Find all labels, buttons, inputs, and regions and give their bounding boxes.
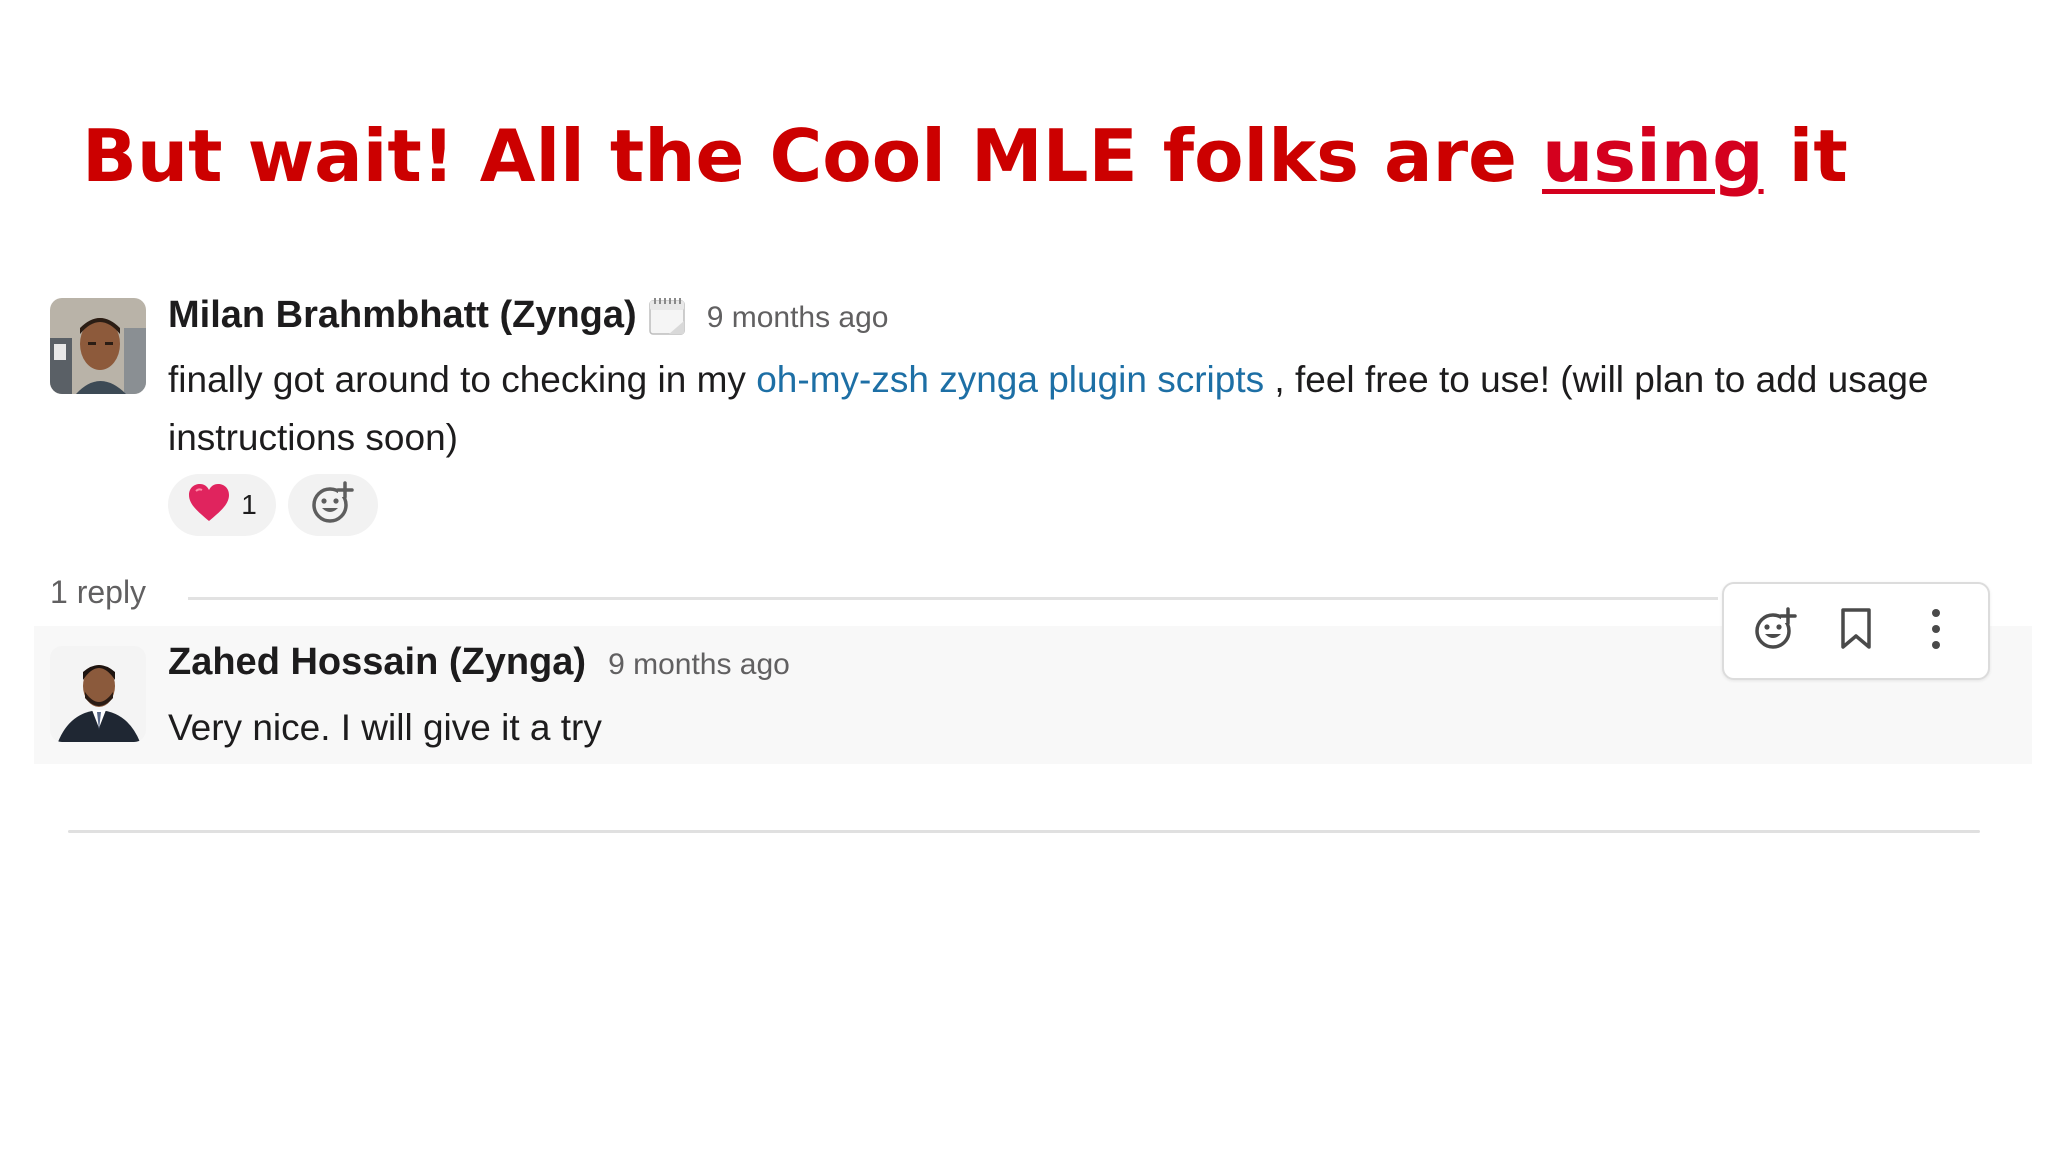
reply-divider [188,597,1718,600]
add-reaction-icon [1753,606,1799,657]
message-text-part-1: finally got around to checking in my [168,359,757,400]
red-heart-icon [187,483,231,528]
message-header: Milan Brahmbhatt (Zynga) 9 months ago [168,294,888,337]
reply-timestamp[interactable]: 9 months ago [608,648,790,682]
reply-header: Zahed Hossain (Zynga) 9 months ago [168,641,790,684]
toolbar-save-button[interactable] [1826,601,1886,661]
reply-count[interactable]: 1 reply [50,574,146,611]
title-part-1: But wait! All the Cool MLE folks are [82,114,1543,198]
slide-title: But wait! All the Cool MLE folks are usi… [82,108,1848,204]
reply-text: Very nice. I will give it a try [168,707,602,748]
toolbar-more-actions-button[interactable] [1906,601,1966,661]
bookmark-icon [1839,607,1873,656]
more-vertical-icon [1930,607,1942,656]
author-name[interactable]: Milan Brahmbhatt (Zynga) [168,294,637,337]
reply-author-name[interactable]: Zahed Hossain (Zynga) [168,641,586,684]
title-underlined-word: using [1542,114,1764,198]
avatar-zahed[interactable] [50,646,146,742]
add-reaction-button[interactable] [288,474,378,536]
avatar-milan[interactable] [50,298,146,394]
title-part-2: it [1763,114,1848,198]
add-reaction-icon [310,480,356,531]
reaction-count: 1 [241,489,257,520]
bottom-divider [68,830,1980,833]
plugin-scripts-link[interactable]: oh-my-zsh zynga plugin scripts [756,359,1264,400]
message-hover-toolbar [1722,582,1990,680]
slide: But wait! All the Cool MLE folks are usi… [0,0,2048,1152]
message-text: finally got around to checking in my oh-… [168,351,1988,467]
calendar-icon [648,297,685,335]
reaction-heart[interactable]: 1 [168,474,276,536]
toolbar-add-reaction-button[interactable] [1746,601,1806,661]
timestamp[interactable]: 9 months ago [707,301,889,335]
